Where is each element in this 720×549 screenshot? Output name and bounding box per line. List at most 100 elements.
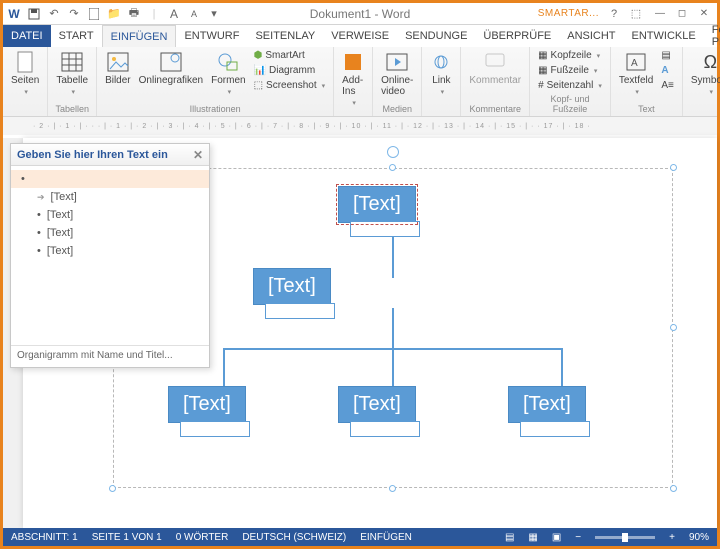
status-page[interactable]: SEITE 1 VON 1 (92, 532, 162, 543)
org-node-box[interactable]: [Text] (338, 386, 416, 423)
org-node-child-1[interactable]: [Text] (168, 386, 246, 437)
header-button[interactable]: ▦Kopfzeile (536, 49, 604, 62)
new-icon[interactable] (87, 7, 101, 21)
text-pane-item[interactable]: •[Text] (11, 206, 209, 224)
help-icon[interactable]: ? (607, 7, 621, 21)
minimize-icon[interactable]: — (651, 6, 669, 22)
redo-icon[interactable]: ↷ (67, 7, 81, 21)
org-node-subtitle[interactable] (520, 421, 590, 437)
zoom-slider[interactable] (595, 536, 655, 539)
org-node-subtitle[interactable] (265, 303, 335, 319)
text-pane-item[interactable]: •[Text] (11, 242, 209, 260)
text-pane-item[interactable]: [Text] (11, 188, 209, 206)
org-node-child-3[interactable]: [Text] (508, 386, 586, 437)
status-words[interactable]: 0 WÖRTER (176, 532, 229, 543)
footer-button[interactable]: ▦Fußzeile (536, 64, 604, 77)
comment-button[interactable]: Kommentar (467, 49, 523, 88)
tab-verweise[interactable]: VERWEISE (323, 25, 397, 47)
wordart-button[interactable]: A (659, 64, 676, 77)
zoom-in-icon[interactable]: + (669, 532, 675, 543)
table-button[interactable]: Tabelle (54, 49, 90, 98)
status-section[interactable]: ABSCHNITT: 1 (11, 532, 78, 543)
zoom-level[interactable]: 90% (689, 532, 709, 543)
print-icon[interactable]: 🖶 (127, 7, 141, 21)
pages-button[interactable]: Seiten (9, 49, 41, 98)
chart-icon: 📊 (254, 65, 266, 76)
link-button[interactable]: Link (428, 49, 454, 98)
textbox-button[interactable]: A Textfeld (617, 49, 655, 98)
text-pane-body: • [Text] •[Text] •[Text] •[Text] (11, 166, 209, 345)
maximize-icon[interactable]: ◻ (673, 6, 691, 22)
shapes-button[interactable]: Formen (209, 49, 247, 98)
zoom-thumb[interactable] (622, 533, 628, 542)
symbols-button[interactable]: Ω Symbole (689, 49, 720, 98)
font-bigger-icon[interactable]: A (167, 7, 181, 21)
smartart-button[interactable]: ⬢SmartArt (252, 49, 328, 62)
open-icon[interactable]: 📁 (107, 7, 121, 21)
qat-more-icon[interactable]: ▾ (207, 7, 221, 21)
save-icon[interactable] (27, 7, 41, 21)
org-node-box[interactable]: [Text] (168, 386, 246, 423)
view-read-icon[interactable]: ▤ (505, 532, 514, 543)
tab-datei[interactable]: DATEI (3, 25, 51, 47)
resize-handle-bm[interactable] (389, 485, 396, 492)
text-pane-item[interactable]: •[Text] (11, 224, 209, 242)
zoom-out-icon[interactable]: − (575, 532, 581, 543)
org-node-subtitle[interactable] (180, 421, 250, 437)
org-node-box[interactable]: [Text] (338, 186, 416, 223)
org-node-box[interactable]: [Text] (508, 386, 586, 423)
rotate-handle-icon[interactable] (387, 146, 399, 158)
resize-handle-br[interactable] (670, 485, 677, 492)
tab-ueberpruefen[interactable]: ÜBERPRÜFE (475, 25, 559, 47)
online-video-button[interactable]: Online-video (379, 49, 415, 99)
resize-handle-tm[interactable] (389, 164, 396, 171)
table-icon (61, 51, 83, 73)
tab-sendungen[interactable]: SENDUNGE (397, 25, 475, 47)
smartart-text-pane[interactable]: Geben Sie hier Ihren Text ein ✕ • [Text]… (10, 143, 210, 368)
tab-entwurf[interactable]: ENTWURF (176, 25, 247, 47)
ribbon-display-icon[interactable]: ⬚ (629, 7, 643, 21)
status-insert-mode[interactable]: EINFÜGEN (360, 532, 412, 543)
shapes-icon (217, 51, 239, 73)
text-pane-close-icon[interactable]: ✕ (193, 148, 203, 162)
org-node-assistant[interactable]: [Text] (253, 268, 331, 319)
tab-entwickler[interactable]: ENTWICKLE (624, 25, 704, 47)
tab-seitenlayout[interactable]: SEITENLAY (247, 25, 323, 47)
org-node-subtitle[interactable] (350, 221, 420, 237)
org-node-child-2[interactable]: [Text] (338, 386, 416, 437)
org-node-subtitle[interactable] (350, 421, 420, 437)
resize-handle-mr[interactable] (670, 324, 677, 331)
ribbon: Seiten Tabelle Tabellen Bilder Onlinegra… (3, 47, 717, 117)
tab-start[interactable]: START (51, 25, 102, 47)
page-number-button[interactable]: #Seitenzahl (536, 79, 604, 92)
status-language[interactable]: DEUTSCH (SCHWEIZ) (242, 532, 346, 543)
resize-handle-tr[interactable] (670, 164, 677, 171)
view-web-icon[interactable]: ▣ (552, 532, 561, 543)
connector (561, 348, 563, 388)
tab-ansicht[interactable]: ANSICHT (559, 25, 623, 47)
screenshot-button[interactable]: ⬚Screenshot (252, 79, 328, 92)
resize-handle-bl[interactable] (109, 485, 116, 492)
view-print-icon[interactable]: ▦ (528, 532, 537, 543)
bullet-icon: • (37, 245, 41, 257)
org-node-box[interactable]: [Text] (253, 268, 331, 305)
undo-icon[interactable]: ↶ (47, 7, 61, 21)
online-pictures-button[interactable]: Onlinegrafiken (137, 49, 205, 88)
tab-einfuegen[interactable]: EINFÜGEN (102, 25, 177, 47)
ribbon-tabs: DATEI START EINFÜGEN ENTWURF SEITENLAY V… (3, 25, 717, 47)
close-icon[interactable]: ✕ (695, 6, 713, 22)
quickparts-button[interactable]: ▤ (659, 49, 676, 62)
svg-text:A: A (631, 58, 638, 69)
tab-foxit[interactable]: Foxit PDF (704, 25, 720, 47)
addins-button[interactable]: Add-Ins (340, 49, 366, 109)
org-node-root[interactable]: [Text] (338, 186, 416, 237)
font-smaller-icon[interactable]: A (187, 7, 201, 21)
dropcap-button[interactable]: A≡ (659, 79, 676, 92)
text-pane-item[interactable]: • (11, 170, 209, 188)
comment-icon (484, 51, 506, 73)
horizontal-ruler[interactable]: · 2 · | · 1 · | · · · | · 1 · | · 2 · | … (23, 117, 717, 135)
footer-icon: ▦ (538, 65, 547, 76)
pictures-button[interactable]: Bilder (103, 49, 133, 88)
text-pane-header[interactable]: Geben Sie hier Ihren Text ein ✕ (11, 144, 209, 166)
chart-button[interactable]: 📊Diagramm (252, 64, 328, 77)
